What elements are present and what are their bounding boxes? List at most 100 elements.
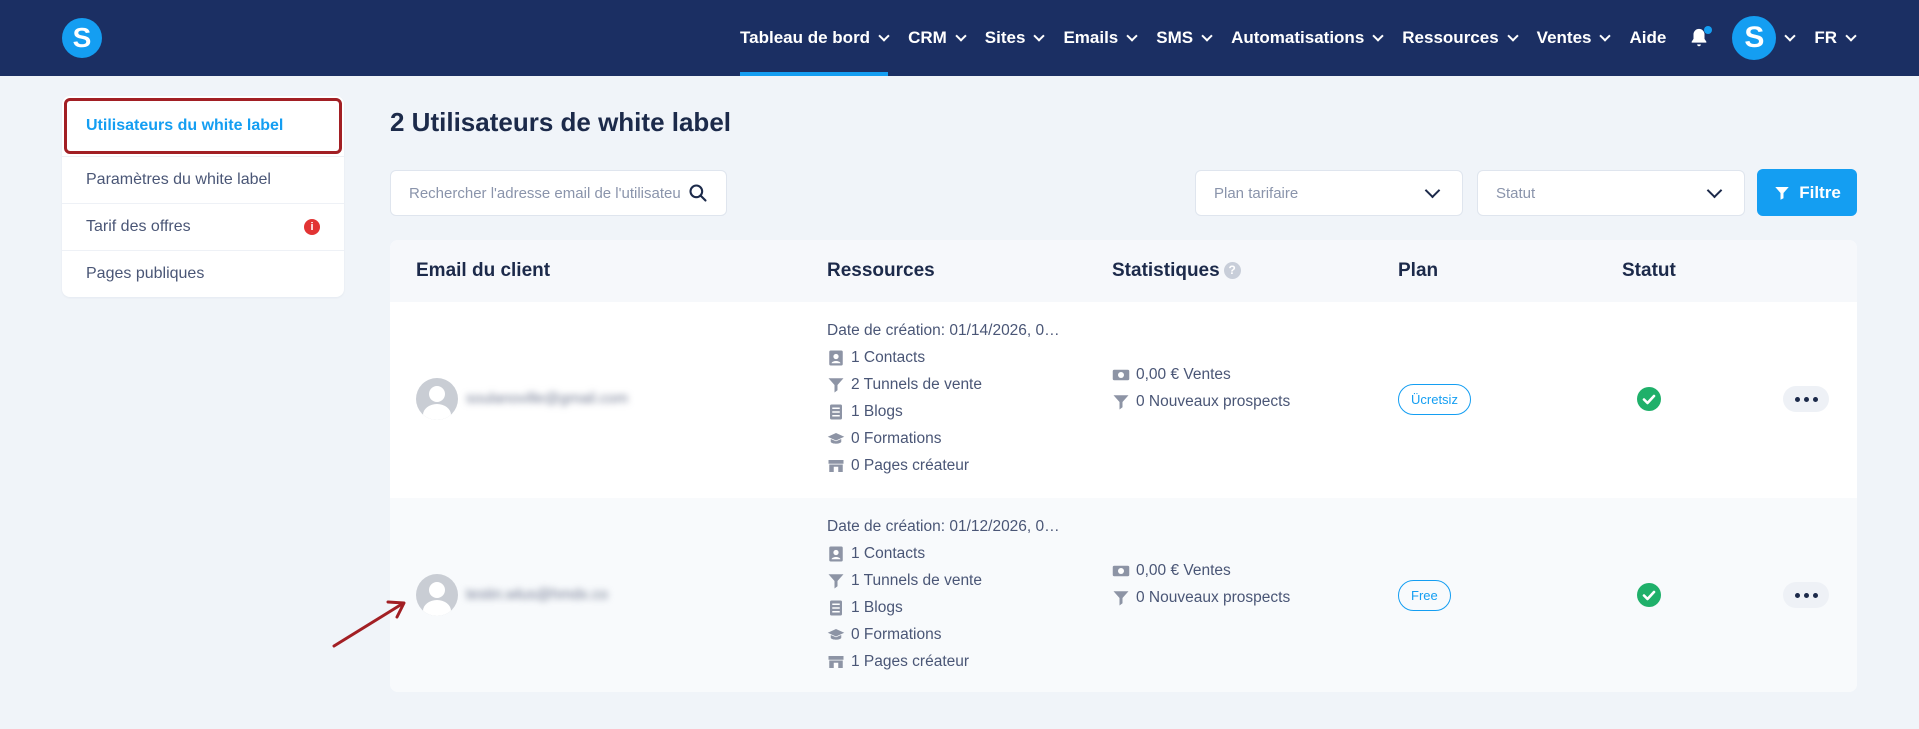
nav-label: SMS <box>1156 28 1194 47</box>
check-circle-icon <box>1637 387 1661 411</box>
sidebar-item-offer-pricing[interactable]: Tarif des offres i <box>62 203 344 250</box>
chevron-down-icon <box>1706 182 1723 199</box>
stats-cell: 0,00 € Ventes 0 Nouveaux prospects <box>1112 361 1290 415</box>
ellipsis-icon[interactable] <box>1783 582 1829 608</box>
users-table: Email du client Ressources Statistiques?… <box>390 240 1857 692</box>
table-row[interactable]: soulanoville@gmail.com Date de création:… <box>390 302 1857 497</box>
sidebar-item-label: Pages publiques <box>86 265 205 282</box>
chevron-down-icon <box>878 29 890 42</box>
column-header-status: Statut <box>1622 260 1676 281</box>
blogs-count: 1 Blogs <box>851 402 903 420</box>
info-badge-icon: i <box>304 219 320 235</box>
sales-value: 0,00 € Ventes <box>1136 365 1231 383</box>
document-icon <box>830 404 842 419</box>
leads-line: 0 Nouveaux prospects <box>1112 388 1290 415</box>
filter-label: Filtre <box>1799 182 1841 202</box>
nav-automatisations[interactable]: Automatisations <box>1231 0 1384 76</box>
help-icon[interactable]: ? <box>1223 262 1241 279</box>
column-header-email: Email du client <box>416 260 551 281</box>
document-icon <box>830 600 842 615</box>
sales-value: 0,00 € Ventes <box>1136 561 1231 579</box>
nav-label: Aide <box>1629 28 1667 47</box>
nav-label: CRM <box>908 28 947 47</box>
money-icon <box>1112 369 1130 380</box>
table-row[interactable]: testin.wlus@hmdx.co Date de création: 01… <box>390 498 1857 692</box>
contact-card-icon <box>829 350 843 365</box>
plan-select[interactable]: Plan tarifaire <box>1195 170 1463 216</box>
contacts-line: 1 Contacts <box>827 344 1060 371</box>
main-nav: Tableau de bord CRM Sites Emails SMS Aut… <box>720 0 1857 76</box>
sidebar-item-public-pages[interactable]: Pages publiques <box>62 250 344 297</box>
chevron-down-icon <box>1372 29 1384 42</box>
funnel-icon <box>828 377 844 392</box>
user-avatar-menu[interactable]: S <box>1732 16 1777 60</box>
sales-line: 0,00 € Ventes <box>1112 557 1290 584</box>
select-placeholder: Plan tarifaire <box>1214 184 1299 202</box>
funnels-line: 2 Tunnels de vente <box>827 371 1060 398</box>
blogs-count: 1 Blogs <box>851 598 903 616</box>
highlight-box <box>64 98 342 154</box>
ellipsis-icon[interactable] <box>1783 386 1829 412</box>
pages-line: 1 Pages créateur <box>827 648 1060 675</box>
select-placeholder: Statut <box>1496 184 1536 202</box>
sidebar-item-white-label-settings[interactable]: Paramètres du white label <box>62 156 344 203</box>
chevron-down-icon <box>955 29 967 42</box>
resources-cell: Date de création: 01/14/2026, 0… 1 Conta… <box>827 317 1060 479</box>
notification-dot <box>1704 26 1713 34</box>
funnels-count: 2 Tunnels de vente <box>851 375 982 393</box>
store-icon <box>828 459 844 472</box>
settings-sidebar: Utilisateurs du white label Paramètres d… <box>62 96 344 297</box>
status-select[interactable]: Statut <box>1477 170 1745 216</box>
annotation-arrow-icon <box>332 600 406 648</box>
chevron-down-icon <box>1845 29 1857 42</box>
courses-line: 0 Formations <box>827 425 1060 452</box>
nav-ressources[interactable]: Ressources <box>1402 0 1519 76</box>
client-email[interactable]: soulanoville@gmail.com <box>466 390 628 407</box>
contacts-line: 1 Contacts <box>827 540 1060 567</box>
chevron-down-icon <box>1507 29 1519 42</box>
search-input[interactable] <box>390 170 727 216</box>
nav-crm[interactable]: CRM <box>908 0 967 76</box>
nav-ventes[interactable]: Ventes <box>1536 0 1612 76</box>
nav-sites[interactable]: Sites <box>984 0 1046 76</box>
nav-emails[interactable]: Emails <box>1063 0 1138 76</box>
page-title: 2 Utilisateurs de white label <box>390 107 731 137</box>
client-email[interactable]: testin.wlus@hmdx.co <box>466 586 608 603</box>
user-avatar-icon <box>416 378 458 420</box>
creation-date: Date de création: 01/14/2026, 0… <box>827 321 1060 339</box>
store-icon <box>828 655 844 668</box>
nav-label: Ventes <box>1536 28 1592 47</box>
graduation-cap-icon <box>827 432 845 444</box>
language-selector[interactable]: FR <box>1814 0 1857 76</box>
sidebar-item-white-label-users[interactable]: Utilisateurs du white label <box>62 96 344 156</box>
funnels-line: 1 Tunnels de vente <box>827 567 1060 594</box>
nav-tableau-de-bord[interactable]: Tableau de bord <box>740 0 890 76</box>
nav-sms[interactable]: SMS <box>1156 0 1213 76</box>
top-navigation-bar: S Tableau de bord CRM Sites Emails SMS A… <box>0 0 1919 76</box>
search-icon[interactable] <box>688 183 708 203</box>
nav-aide[interactable]: Aide <box>1629 0 1666 76</box>
funnels-count: 1 Tunnels de vente <box>851 571 982 589</box>
nav-label: Sites <box>984 28 1026 47</box>
plan-tag[interactable]: Ücretsiz <box>1398 384 1471 415</box>
plan-tag[interactable]: Free <box>1398 580 1451 611</box>
filter-button[interactable]: Filtre <box>1757 169 1857 216</box>
pages-count: 1 Pages créateur <box>851 652 970 670</box>
funnel-icon <box>1113 590 1129 605</box>
language-label: FR <box>1814 28 1837 47</box>
contacts-count: 1 Contacts <box>851 348 926 366</box>
sidebar-item-label: Paramètres du white label <box>86 171 271 188</box>
table-header: Email du client Ressources Statistiques?… <box>390 240 1857 302</box>
chevron-down-icon[interactable] <box>1784 29 1796 42</box>
blogs-line: 1 Blogs <box>827 398 1060 425</box>
leads-value: 0 Nouveaux prospects <box>1136 588 1291 606</box>
user-avatar-icon <box>416 574 458 616</box>
graduation-cap-icon <box>827 628 845 640</box>
sidebar-item-label: Tarif des offres <box>86 218 191 235</box>
bell-icon[interactable] <box>1688 26 1713 50</box>
resources-cell: Date de création: 01/12/2026, 0… 1 Conta… <box>827 513 1060 675</box>
chevron-down-icon <box>1126 29 1138 42</box>
app-logo[interactable]: S <box>62 18 102 58</box>
stats-cell: 0,00 € Ventes 0 Nouveaux prospects <box>1112 557 1290 611</box>
sales-line: 0,00 € Ventes <box>1112 361 1290 388</box>
